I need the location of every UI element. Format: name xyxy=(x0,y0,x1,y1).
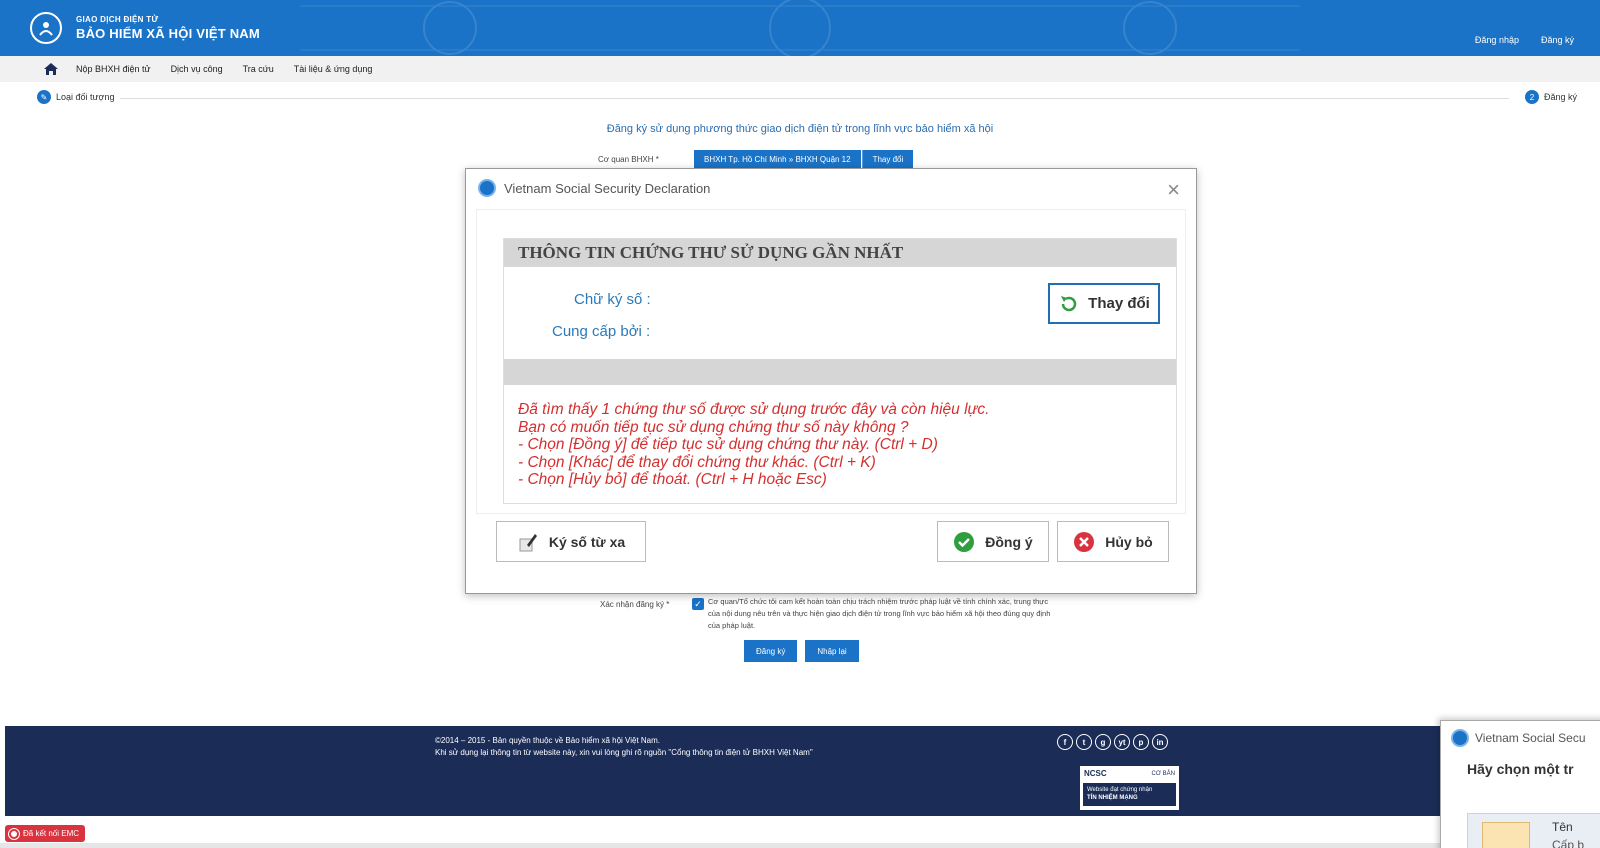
check-circle-icon xyxy=(954,531,975,552)
site-header: GIAO DỊCH ĐIỆN TỬ BẢO HIỂM XÃ HỘI VIỆT N… xyxy=(0,0,1600,56)
submit-register-button[interactable]: Đăng ký xyxy=(744,640,798,662)
cancel-button[interactable]: Hủy bỏ xyxy=(1057,521,1169,562)
change-certificate-button[interactable]: Thay đổi xyxy=(1048,283,1160,324)
twitter-icon[interactable]: t xyxy=(1076,734,1092,750)
steps-line xyxy=(117,98,1509,99)
picker-title: Vietnam Social Secu xyxy=(1475,731,1586,745)
certificate-issuer-label: Cấp b xyxy=(1552,838,1585,848)
nav-item-tra-cuu[interactable]: Tra cứu xyxy=(243,64,274,74)
message-line: - Chọn [Đồng ý] để tiếp tục sử dụng chứn… xyxy=(518,436,938,453)
brand-title: BẢO HIỂM XÃ HỘI VIỆT NAM xyxy=(76,26,260,41)
confirm-checkbox[interactable]: ✓ xyxy=(692,598,704,610)
nav-item-tai-lieu[interactable]: Tài liệu & ứng dụng xyxy=(294,64,373,74)
message-line: Bạn có muốn tiếp tục sử dụng chứng thư s… xyxy=(518,418,909,436)
facebook-icon[interactable]: f xyxy=(1057,734,1073,750)
app-icon xyxy=(478,179,496,197)
pen-sign-icon xyxy=(519,533,537,551)
dialog-titlebar[interactable]: Vietnam Social Security Declaration xyxy=(466,169,1196,207)
emc-status-badge[interactable]: Đã kết nối EMC xyxy=(5,825,86,842)
certificate-list-item[interactable]: Tên Cấp b xyxy=(1467,813,1600,848)
message-line: - Chọn [Khác] để thay đổi chứng thư khác… xyxy=(518,453,876,471)
remote-sign-button[interactable]: Ký số từ xa xyxy=(496,521,646,562)
login-link[interactable]: Đăng nhập xyxy=(1475,35,1519,45)
bhxh-logo[interactable] xyxy=(30,12,62,44)
brand-subtitle: GIAO DỊCH ĐIỆN TỬ xyxy=(76,15,159,24)
signature-label: Chữ ký số : xyxy=(574,291,651,308)
picker-heading: Hãy chọn một tr xyxy=(1467,761,1574,777)
page-title: Đăng ký sử dụng phương thức giao dịch đi… xyxy=(606,123,994,135)
progress-steps: ✎ Loại đối tượng 2 Đăng ký xyxy=(37,90,1577,106)
main-nav: Nộp BHXH điện tử Dịch vụ công Tra cứu Tà… xyxy=(0,56,1600,82)
reset-button[interactable]: Nhập lại xyxy=(805,640,859,662)
agree-label: Đồng ý xyxy=(985,533,1033,550)
agree-button[interactable]: Đồng ý xyxy=(937,521,1049,562)
confirm-label: Xác nhận đăng ký * xyxy=(600,600,670,609)
nav-item-nop-bhxh[interactable]: Nộp BHXH điện tử xyxy=(76,64,151,74)
ncsc-line1: Website đạt chứng nhận xyxy=(1087,787,1153,793)
certificate-icon xyxy=(1482,822,1530,848)
step-1[interactable]: ✎ Loại đối tượng xyxy=(37,90,121,104)
certificate-picker-dialog: Vietnam Social Secu Hãy chọn một tr Tên … xyxy=(1440,720,1600,848)
app-icon xyxy=(1451,729,1469,747)
refresh-icon xyxy=(1061,295,1077,311)
pencil-icon: ✎ xyxy=(37,90,51,104)
divider-bar xyxy=(504,359,1176,385)
ncsc-logo: NCSC xyxy=(1084,769,1107,778)
ncsc-badge[interactable]: NCSC CƠ BẢN Website đạt chứng nhận TÍN N… xyxy=(1080,766,1179,810)
step-2-number: 2 xyxy=(1524,90,1539,104)
change-certificate-label: Thay đổi xyxy=(1088,295,1150,312)
provider-label: Cung cấp bởi : xyxy=(552,323,651,340)
footer: ©2014 – 2015 - Bản quyền thuộc về Bảo hi… xyxy=(5,726,1600,816)
emc-status-label: Đã kết nối EMC xyxy=(23,829,80,838)
certificate-name-label: Tên xyxy=(1552,820,1573,834)
certificate-header: THÔNG TIN CHỨNG THƯ SỬ DỤNG GẦN NHẤT xyxy=(504,239,1176,267)
confirm-row: Xác nhận đăng ký * ✓ Cơ quan/Tổ chức tôi… xyxy=(600,596,1060,632)
agency-row: Cơ quan BHXH * BHXH Tp. Hồ Chí Minh » BH… xyxy=(598,150,914,169)
home-icon[interactable] xyxy=(44,63,58,75)
cancel-label: Hủy bỏ xyxy=(1105,533,1153,550)
certificate-message: Đã tìm thấy 1 chứng thư số được sử dụng … xyxy=(518,401,989,489)
certificate-info-box: THÔNG TIN CHỨNG THƯ SỬ DỤNG GẦN NHẤT Chữ… xyxy=(503,238,1177,504)
step-2-label: Đăng ký xyxy=(1543,92,1577,102)
confirm-text: Cơ quan/Tổ chức tôi cam kết hoàn toàn ch… xyxy=(708,597,1051,630)
step-2[interactable]: 2 Đăng ký xyxy=(1518,90,1577,104)
brand[interactable]: GIAO DỊCH ĐIỆN TỬ BẢO HIỂM XÃ HỘI VIỆT N… xyxy=(76,15,260,41)
bottom-bar xyxy=(0,843,1600,848)
agency-value[interactable]: BHXH Tp. Hồ Chí Minh » BHXH Quận 12 xyxy=(694,150,861,169)
footer-copyright: ©2014 – 2015 - Bản quyền thuộc về Bảo hi… xyxy=(435,736,660,745)
emc-status-icon xyxy=(9,828,19,839)
youtube-icon[interactable]: yt xyxy=(1114,734,1130,750)
certificate-dialog: Vietnam Social Security Declaration × TH… xyxy=(465,168,1197,594)
agency-change-button[interactable]: Thay đổi xyxy=(861,150,914,169)
step-1-label: Loại đối tượng xyxy=(56,92,115,102)
ncsc-line2: TÍN NHIỆM MẠNG xyxy=(1087,795,1138,801)
message-line: - Chọn [Hủy bỏ] để thoát. (Ctrl + H hoặc… xyxy=(518,471,827,488)
close-circle-icon xyxy=(1074,531,1095,552)
message-line: Đã tìm thấy 1 chứng thư số được sử dụng … xyxy=(518,401,990,418)
header-pattern xyxy=(300,0,1300,56)
pinterest-icon[interactable]: p xyxy=(1133,734,1149,750)
agency-label: Cơ quan BHXH * xyxy=(598,155,659,164)
dialog-title: Vietnam Social Security Declaration xyxy=(504,180,711,196)
nav-item-dich-vu-cong[interactable]: Dịch vụ công xyxy=(171,64,223,74)
register-link[interactable]: Đăng ký xyxy=(1541,35,1574,45)
ncsc-level: CƠ BẢN xyxy=(1151,770,1175,777)
dialog-body: THÔNG TIN CHỨNG THƯ SỬ DỤNG GẦN NHẤT Chữ… xyxy=(476,209,1186,514)
close-icon[interactable]: × xyxy=(1167,177,1180,203)
google-plus-icon[interactable]: g xyxy=(1095,734,1111,750)
picker-titlebar[interactable]: Vietnam Social Secu xyxy=(1441,721,1600,755)
footer-source-note: Khi sử dụng lại thông tin từ website này… xyxy=(435,748,813,757)
remote-sign-label: Ký số từ xa xyxy=(548,533,626,550)
linkedin-icon[interactable]: in xyxy=(1152,734,1168,750)
